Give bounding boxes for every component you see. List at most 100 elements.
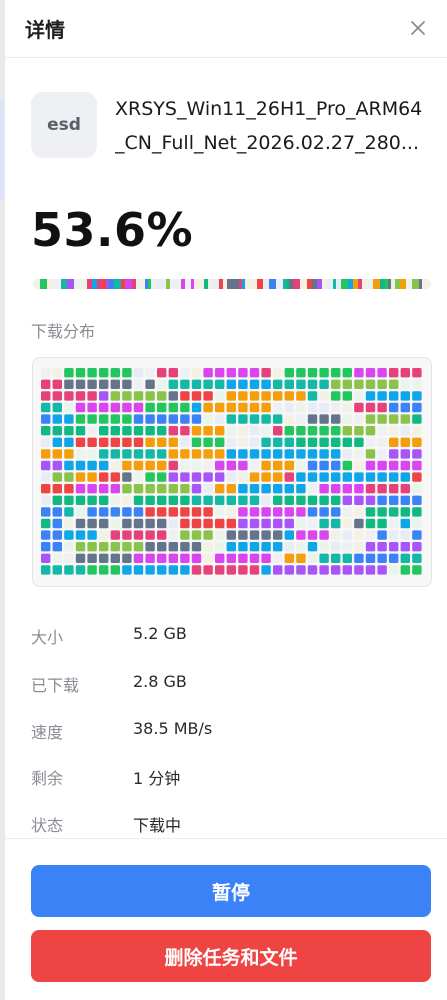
chunk-cell [52, 460, 62, 471]
chunk-cell [284, 565, 294, 575]
chunk-cell [412, 426, 422, 436]
chunk-cell [122, 565, 132, 575]
chunk-cell [52, 530, 62, 540]
chunk-cell [215, 460, 225, 471]
chunk-cell [157, 507, 167, 517]
chunk-cell [319, 530, 329, 540]
chunk-cell [180, 530, 190, 540]
chunk-cell [64, 402, 74, 413]
progress-segment [136, 279, 140, 289]
delete-task-and-file-button[interactable]: 删除任务和文件 [31, 930, 431, 982]
chunk-cell [412, 484, 422, 494]
file-type-icon: esd [31, 92, 97, 158]
chunk-cell [284, 495, 294, 505]
chunk-cell [226, 484, 236, 494]
chunk-cell [87, 426, 97, 436]
progress-segment [132, 279, 136, 289]
chunk-cell [99, 449, 109, 459]
chunk-cell [261, 553, 271, 563]
progress-segment [177, 279, 181, 289]
chunk-cell [331, 565, 341, 575]
chunk-cell [64, 426, 74, 436]
chunk-cell [412, 449, 422, 459]
chunk-cell [52, 402, 62, 413]
chunk-cell [273, 530, 283, 540]
chunk-cell [191, 402, 202, 413]
chunk-cell [284, 542, 294, 552]
chunk-cell [145, 391, 155, 401]
chunk-cell [319, 472, 329, 482]
chunk-cell [226, 449, 236, 459]
chunk-cell [191, 391, 202, 401]
chunk-cell [307, 368, 318, 378]
chunk-cell [307, 565, 318, 575]
chunk-cell [215, 391, 225, 401]
progress-segment [181, 279, 185, 289]
chunk-cell [412, 495, 422, 505]
info-row: 大小 5.2 GB [31, 620, 431, 650]
chunk-cell [226, 414, 236, 424]
chunk-cell [226, 368, 236, 378]
progress-segment [289, 279, 293, 289]
progress-segment [40, 279, 47, 289]
chunk-cell [87, 460, 97, 471]
chunk-cell [377, 542, 387, 552]
chunk-cell [273, 565, 283, 575]
chunk-cell [191, 530, 202, 540]
file-name: XRSYS_Win11_26H1_Pro_ARM64 _CN_Full_Net_… [115, 92, 435, 160]
chunk-cell [400, 542, 410, 552]
chunk-cell [296, 530, 306, 540]
chunk-cell [331, 368, 341, 378]
pause-button[interactable]: 暂停 [31, 865, 431, 917]
chunk-cell [87, 530, 97, 540]
chunk-cell [249, 402, 260, 413]
progress-segment [380, 279, 385, 289]
chunk-cell [307, 379, 318, 389]
chunk-cell [412, 472, 422, 482]
progress-segment [204, 279, 208, 289]
chunk-cell [284, 379, 294, 389]
chunk-cell [377, 507, 387, 517]
chunk-cell [99, 426, 109, 436]
chunk-cell [64, 484, 74, 494]
chunk-cell [64, 379, 74, 389]
chunk-cell [99, 472, 109, 482]
chunk-cell [226, 542, 236, 552]
chunk-cell [377, 368, 387, 378]
chunk-cell [87, 437, 97, 447]
progress-percent: 53.6% [31, 203, 194, 257]
chunk-cell [145, 426, 155, 436]
chunk-cell [99, 507, 109, 517]
chunk-cell [238, 379, 248, 389]
chunk-cell [87, 402, 97, 413]
chunk-cell [191, 553, 202, 563]
chunk-cell [307, 530, 318, 540]
chunk-cell [157, 414, 167, 424]
panel-header: 详情 [5, 0, 447, 58]
chunk-cell [52, 484, 62, 494]
chunk-cell [331, 391, 341, 401]
chunk-cell [412, 460, 422, 471]
chunk-cell [203, 460, 213, 471]
progress-segment [322, 279, 327, 289]
chunk-cell [215, 426, 225, 436]
progress-segment [54, 279, 61, 289]
chunk-cell [110, 565, 120, 575]
chunk-cell [157, 368, 167, 378]
chunk-cell [52, 507, 62, 517]
close-icon[interactable] [404, 14, 432, 42]
chunk-cell [64, 507, 74, 517]
chunk-cell [296, 449, 306, 459]
chunk-cell [87, 553, 97, 563]
chunk-cell [342, 542, 352, 552]
chunk-cell [307, 495, 318, 505]
chunk-cell [157, 565, 167, 575]
chunk-cell [261, 368, 271, 378]
chunk-cell [261, 484, 271, 494]
chunk-cell [389, 437, 399, 447]
chunk-cell [75, 391, 86, 401]
chunk-cell [145, 518, 155, 529]
chunk-cell [261, 414, 271, 424]
chunk-cell [203, 565, 213, 575]
chunk-cell [180, 484, 190, 494]
